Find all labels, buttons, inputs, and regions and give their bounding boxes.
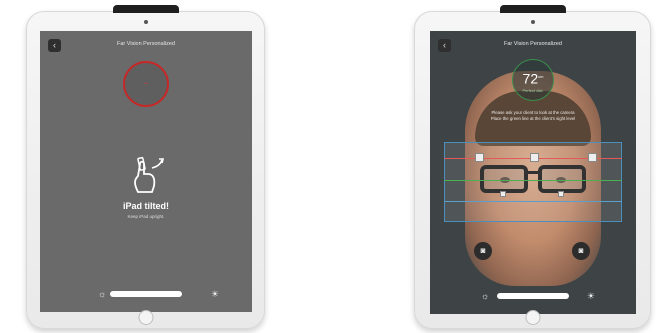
frame-bottom-line[interactable]: [444, 201, 622, 202]
page-title: Far Vision Personalized: [504, 41, 562, 47]
left-screen: ‹ Far Vision Personalized ━ iPad tilted!…: [40, 31, 252, 312]
home-button[interactable]: [525, 310, 540, 325]
brightness-slider[interactable]: [110, 291, 182, 297]
frame-marker-right[interactable]: [588, 153, 597, 162]
frame-marker-left[interactable]: [475, 153, 484, 162]
brightness-control: ☼ ☀: [40, 289, 252, 299]
front-camera: [143, 20, 148, 24]
ipad-device-right: ‹ Far Vision Personalized 72cm Perfect d…: [414, 5, 651, 329]
alert-subtitle: Keep iPad upright.: [127, 214, 165, 219]
right-screen: ‹ Far Vision Personalized 72cm Perfect d…: [430, 31, 636, 314]
brightness-control: ☼ ☀: [430, 291, 636, 301]
gauge-needle: ━: [144, 81, 148, 87]
distance-unit: cm: [538, 74, 544, 79]
sun-high-icon: ☀: [586, 291, 595, 301]
pupil-marker-right[interactable]: [558, 191, 564, 197]
ipad-device-left: ‹ Far Vision Personalized ━ iPad tilted!…: [26, 5, 265, 329]
front-camera: [530, 20, 535, 24]
comparison-stage: ‹ Far Vision Personalized ━ iPad tilted!…: [0, 0, 658, 333]
distance-caption: Perfect dist.: [522, 87, 544, 93]
hand-tilt-icon: [134, 156, 165, 193]
sun-low-icon: ☼: [481, 291, 490, 301]
camera-button-right[interactable]: ◙: [572, 242, 590, 260]
brightness-slider[interactable]: [497, 293, 569, 299]
frame-marker-center[interactable]: [530, 153, 539, 162]
sun-low-icon: ☼: [98, 289, 107, 299]
instruction-line-2: Place the green line at the client's sig…: [490, 116, 576, 121]
instruction-line-1: Please ask your client to look at the ca…: [491, 110, 575, 115]
distance-gauge: 72cm Perfect dist.: [512, 59, 554, 101]
pupil-marker-left[interactable]: [500, 191, 506, 197]
distance-value: 72cm: [513, 68, 553, 88]
home-button[interactable]: [138, 310, 153, 325]
tilt-gauge: ━: [123, 61, 169, 107]
camera-icon: ◙: [578, 246, 584, 255]
alert-title: iPad tilted!: [122, 201, 169, 211]
camera-icon: ◙: [480, 246, 486, 255]
sun-high-icon: ☀: [210, 289, 219, 299]
device-clip: [112, 5, 179, 13]
device-clip: [499, 5, 566, 13]
page-title: Far Vision Personalized: [117, 41, 175, 47]
camera-button-left[interactable]: ◙: [474, 242, 492, 260]
distance-number: 72: [522, 70, 539, 87]
sight-level-line[interactable]: [444, 180, 622, 181]
